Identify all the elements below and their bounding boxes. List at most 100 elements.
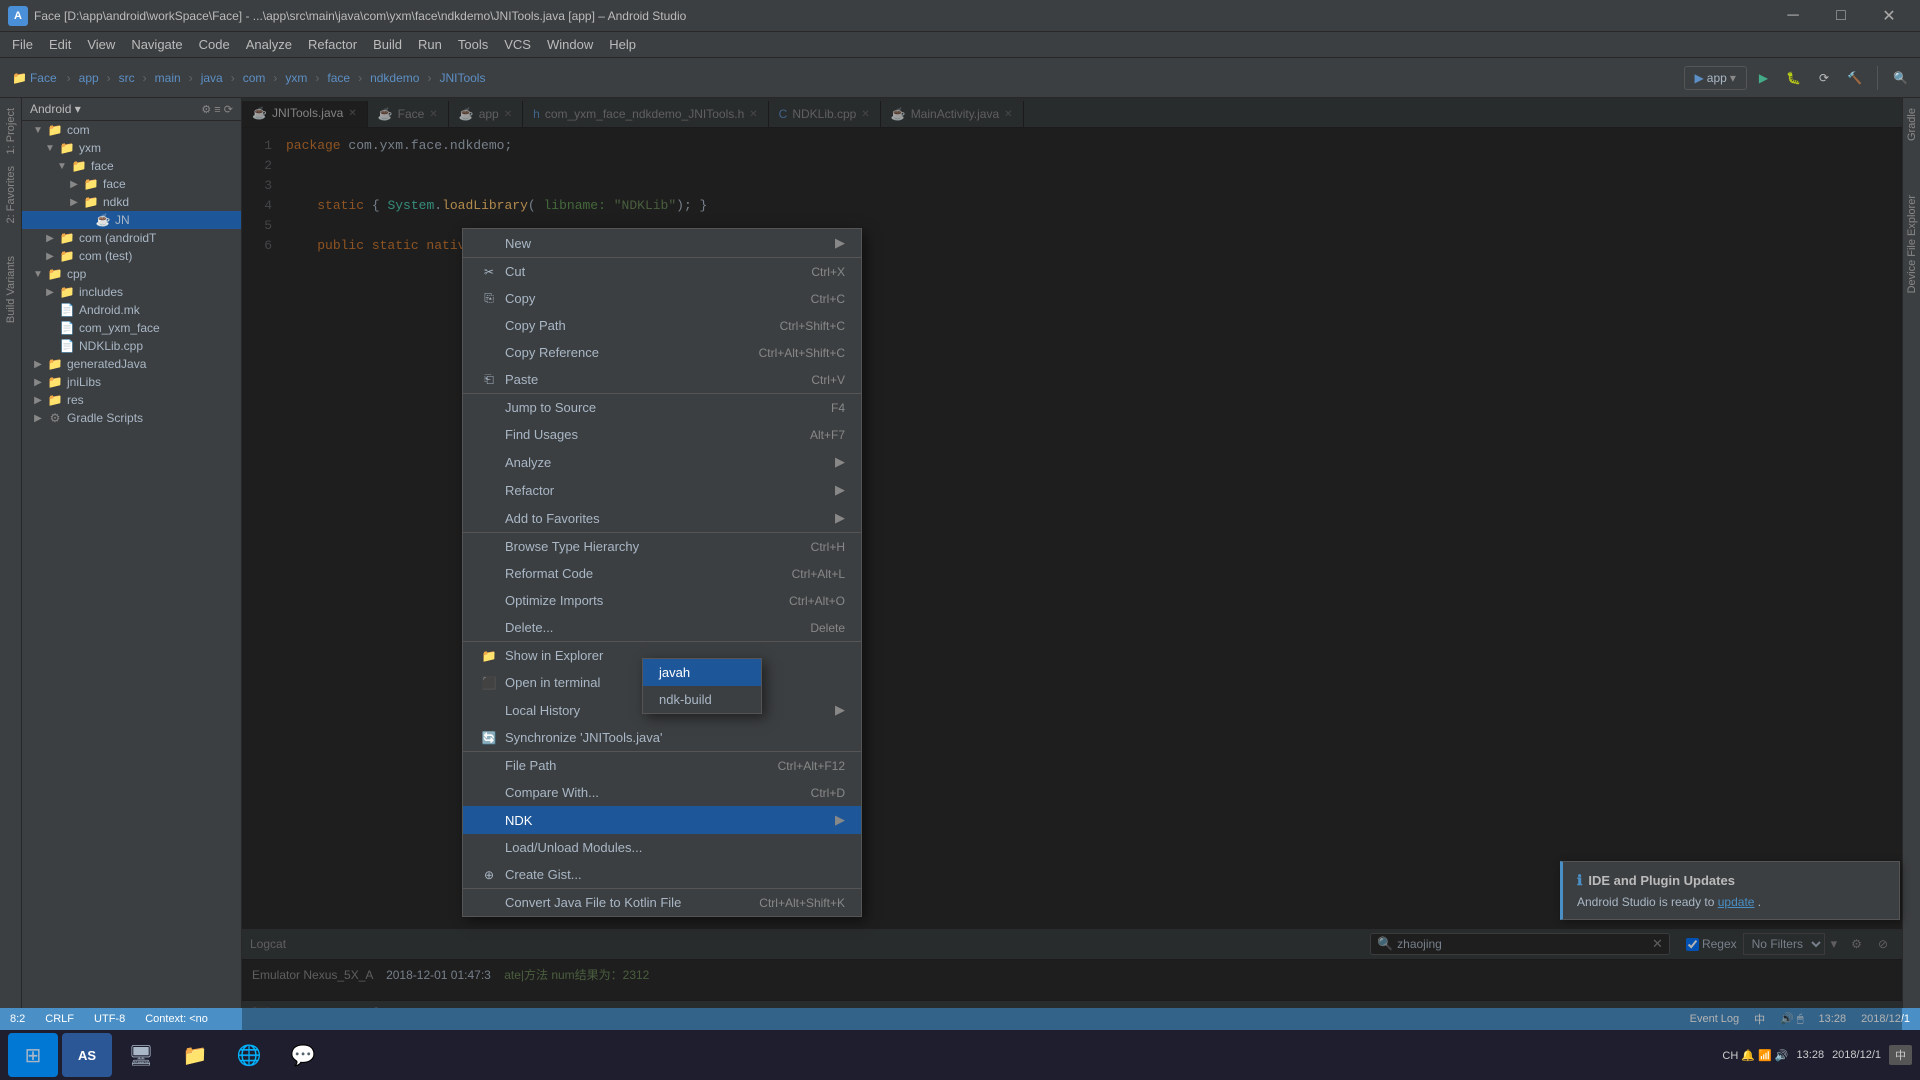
project-tree: ▼📁 com ▼📁 yxm ▼📁 face ▶📁 face ▶📁 ndkd ☕ (22, 121, 241, 1027)
menu-navigate[interactable]: Navigate (123, 34, 190, 55)
ctx-analyze[interactable]: Analyze ▶ (463, 448, 861, 476)
breadcrumb-face[interactable]: face (323, 69, 354, 87)
run-button[interactable]: ▶ (1753, 68, 1774, 88)
search-everywhere[interactable]: 🔍 (1887, 68, 1914, 88)
breadcrumb-com[interactable]: com (239, 69, 270, 87)
submenu-ndk-build[interactable]: ndk-build (643, 686, 761, 713)
tree-ndklib-cpp[interactable]: 📄 NDKLib.cpp (22, 337, 241, 355)
breadcrumb-yxm[interactable]: yxm (281, 69, 311, 87)
menu-edit[interactable]: Edit (41, 34, 79, 55)
taskbar-browser[interactable]: 🌐 (224, 1033, 274, 1077)
taskbar-explorer[interactable]: 📁 (170, 1033, 220, 1077)
ctx-paste[interactable]: ⎗ Paste Ctrl+V (463, 366, 861, 393)
tree-com-test[interactable]: ▶📁 com (test) (22, 247, 241, 265)
tree-yxm[interactable]: ▼📁 yxm (22, 139, 241, 157)
tree-com[interactable]: ▼📁 com (22, 121, 241, 139)
ctx-create-gist[interactable]: ⊕ Create Gist... (463, 861, 861, 888)
menu-view[interactable]: View (79, 34, 123, 55)
ctx-delete[interactable]: Delete... Delete (463, 614, 861, 641)
maximize-button[interactable]: □ (1818, 2, 1864, 30)
ctx-copy-reference[interactable]: Copy Reference Ctrl+Alt+Shift+C (463, 339, 861, 366)
tray-date: 2018/12/1 (1832, 1049, 1881, 1061)
ctx-cut[interactable]: ✂ Cut Ctrl+X (463, 257, 861, 285)
breadcrumb-main[interactable]: main (151, 69, 185, 87)
tray-icons: CH 🔔 📶 🔊 (1722, 1049, 1788, 1062)
ctx-refactor[interactable]: Refactor ▶ (463, 476, 861, 504)
tree-android-mk[interactable]: 📄 Android.mk (22, 301, 241, 319)
toolbar: 📁 Face › app › src › main › java › com ›… (0, 58, 1920, 98)
tree-jnilibs[interactable]: ▶📁 jniLibs (22, 373, 241, 391)
menu-refactor[interactable]: Refactor (300, 34, 365, 55)
sidebar-favorites-tab[interactable]: 2: Favorites (2, 160, 20, 229)
menu-vcs[interactable]: VCS (496, 34, 539, 55)
start-button[interactable]: ⊞ (8, 1033, 58, 1077)
tree-gradle[interactable]: ▶⚙ Gradle Scripts (22, 409, 241, 427)
ctx-convert-kotlin[interactable]: Convert Java File to Kotlin File Ctrl+Al… (463, 888, 861, 916)
plugin-notification: ℹ IDE and Plugin Updates Android Studio … (1560, 861, 1900, 920)
tree-jnitools[interactable]: ☕ JN (22, 211, 241, 229)
left-side-panels: 1: Project 2: Favorites Build Variants (0, 98, 22, 1030)
ctx-ndk[interactable]: NDK ▶ (463, 806, 861, 834)
device-file-explorer-tab[interactable]: Device File Explorer (1903, 189, 1920, 299)
breadcrumb-src[interactable]: src (115, 69, 139, 87)
ctx-optimize[interactable]: Optimize Imports Ctrl+Alt+O (463, 587, 861, 614)
menu-build[interactable]: Build (365, 34, 410, 55)
tree-ndkd[interactable]: ▶📁 ndkd (22, 193, 241, 211)
ctx-copy-path[interactable]: Copy Path Ctrl+Shift+C (463, 312, 861, 339)
build-menu[interactable]: 🔨 (1841, 68, 1868, 88)
breadcrumb-java[interactable]: java (197, 69, 227, 87)
menu-code[interactable]: Code (191, 34, 238, 55)
breadcrumb-app[interactable]: app (75, 69, 103, 87)
ctx-copy[interactable]: ⎘ Copy Ctrl+C (463, 285, 861, 312)
ctx-browse-hierarchy[interactable]: Browse Type Hierarchy Ctrl+H (463, 532, 861, 560)
tree-com-android[interactable]: ▶📁 com (androidT (22, 229, 241, 247)
title-text: Face [D:\app\android\workSpace\Face] - .… (34, 9, 1770, 23)
run-app-dropdown[interactable]: ▶ app ▾ (1684, 66, 1747, 90)
ctx-synchronize[interactable]: 🔄 Synchronize 'JNITools.java' (463, 724, 861, 751)
menu-file[interactable]: File (4, 34, 41, 55)
tray-lang[interactable]: 中 (1889, 1045, 1912, 1065)
debug-button[interactable]: 🐛 (1780, 68, 1807, 88)
submenu-javah[interactable]: javah (643, 659, 761, 686)
breadcrumb-ndkdemo[interactable]: ndkdemo (366, 69, 423, 87)
taskbar-as[interactable]: AS (62, 1033, 112, 1077)
status-encoding: UTF-8 (94, 1013, 125, 1025)
tree-cpp[interactable]: ▼📁 cpp (22, 265, 241, 283)
ctx-load-modules[interactable]: Load/Unload Modules... (463, 834, 861, 861)
gradle-tab[interactable]: Gradle (1903, 102, 1920, 147)
ctx-file-path[interactable]: File Path Ctrl+Alt+F12 (463, 751, 861, 779)
ctx-jump-source[interactable]: Jump to Source F4 (463, 393, 861, 421)
project-header: Android ▾ ⚙ ≡ ⟳ (22, 98, 241, 121)
ctx-new[interactable]: New ▶ (463, 229, 861, 257)
ctx-compare[interactable]: Compare With... Ctrl+D (463, 779, 861, 806)
sidebar-build-variants-tab[interactable]: Build Variants (2, 250, 20, 329)
tree-face-sub[interactable]: ▶📁 face (22, 175, 241, 193)
ndk-submenu: javah ndk-build (642, 658, 762, 714)
tree-face[interactable]: ▼📁 face (22, 157, 241, 175)
minimize-button[interactable]: ─ (1770, 2, 1816, 30)
tree-generated[interactable]: ▶📁 generatedJava (22, 355, 241, 373)
taskbar: ⊞ AS 🖥 📁 🌐 💬 CH 🔔 📶 🔊 13:28 2018/12/1 中 (0, 1030, 1920, 1080)
tree-res[interactable]: ▶📁 res (22, 391, 241, 409)
right-panels: Gradle Device File Explorer (1902, 98, 1920, 1030)
taskbar-wechat[interactable]: 💬 (278, 1033, 328, 1077)
tree-com-yxm-face[interactable]: 📄 com_yxm_face (22, 319, 241, 337)
menu-tools[interactable]: Tools (450, 34, 496, 55)
breadcrumb-jnitools[interactable]: JNITools (435, 69, 489, 87)
sidebar-project-tab[interactable]: 1: Project (2, 102, 20, 160)
menu-help[interactable]: Help (601, 34, 644, 55)
ctx-reformat[interactable]: Reformat Code Ctrl+Alt+L (463, 560, 861, 587)
context-menu: New ▶ ✂ Cut Ctrl+X ⎘ Copy Ctrl+C Copy Pa… (462, 228, 862, 917)
tree-includes[interactable]: ▶📁 includes (22, 283, 241, 301)
menu-analyze[interactable]: Analyze (238, 34, 300, 55)
status-context: Context: <no (145, 1013, 208, 1025)
menu-run[interactable]: Run (410, 34, 450, 55)
sync-button[interactable]: ⟳ (1813, 68, 1835, 88)
taskbar-terminal[interactable]: 🖥 (116, 1033, 166, 1077)
ctx-add-favorites[interactable]: Add to Favorites ▶ (463, 504, 861, 532)
ctx-find-usages[interactable]: Find Usages Alt+F7 (463, 421, 861, 448)
notification-update-link[interactable]: update (1718, 895, 1755, 909)
system-tray: CH 🔔 📶 🔊 13:28 2018/12/1 中 (1722, 1045, 1912, 1065)
menu-window[interactable]: Window (539, 34, 601, 55)
close-button[interactable]: ✕ (1866, 2, 1912, 30)
